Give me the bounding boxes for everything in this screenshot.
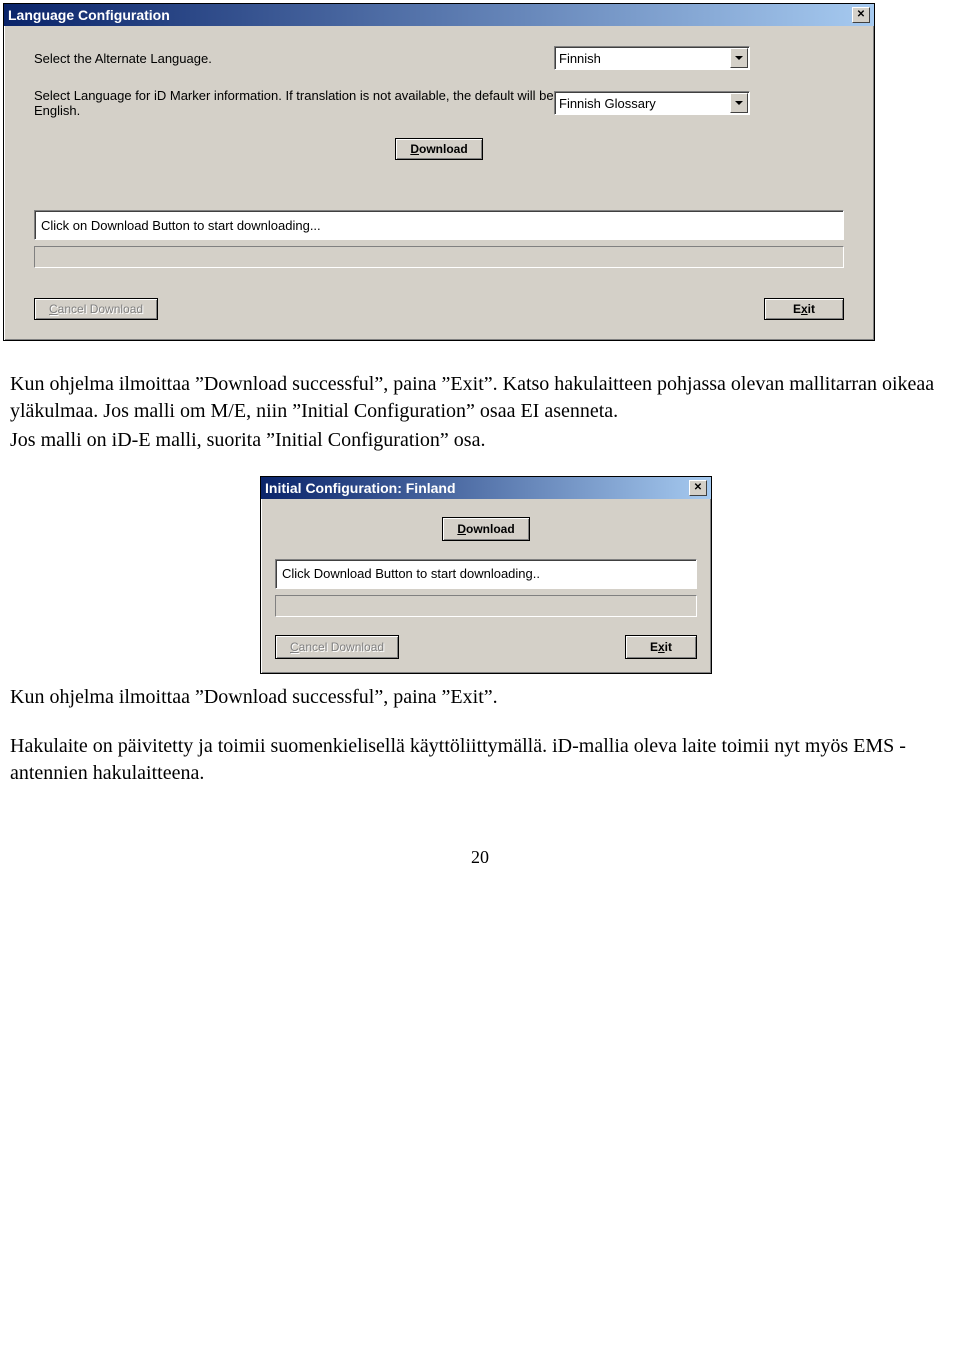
- marker-language-label: Select Language for iD Marker informatio…: [34, 88, 554, 118]
- window-title: Language Configuration: [8, 7, 170, 23]
- dropdown-value: Finnish Glossary: [559, 96, 656, 111]
- progress-bar: [275, 595, 697, 617]
- cancel-download-button: Cancel Download: [34, 298, 158, 320]
- close-icon[interactable]: ✕: [852, 7, 870, 23]
- chevron-down-icon[interactable]: [730, 48, 748, 68]
- language-config-window: Language Configuration ✕ Select the Alte…: [3, 3, 875, 341]
- alternate-language-dropdown[interactable]: Finnish: [554, 46, 750, 70]
- titlebar: Language Configuration ✕: [4, 4, 874, 26]
- page-number: 20: [0, 847, 960, 868]
- exit-button[interactable]: Exit: [764, 298, 844, 320]
- paragraph: Hakulaite on päivitetty ja toimii suomen…: [10, 733, 948, 787]
- download-button[interactable]: Download: [442, 517, 529, 541]
- initial-config-window: Initial Configuration: Finland ✕ Downloa…: [260, 476, 712, 674]
- chevron-down-icon[interactable]: [730, 93, 748, 113]
- marker-language-dropdown[interactable]: Finnish Glossary: [554, 91, 750, 115]
- status-text: Click Download Button to start downloadi…: [275, 559, 697, 589]
- cancel-download-button: Cancel Download: [275, 635, 399, 659]
- exit-button[interactable]: Exit: [625, 635, 697, 659]
- paragraph: Kun ohjelma ilmoittaa ”Download successf…: [10, 684, 948, 711]
- progress-bar: [34, 246, 844, 268]
- alternate-language-label: Select the Alternate Language.: [34, 51, 554, 66]
- paragraph: Kun ohjelma ilmoittaa ”Download successf…: [10, 371, 948, 425]
- doc-text-block: Kun ohjelma ilmoittaa ”Download successf…: [10, 371, 948, 787]
- paragraph: Jos malli on iD-E malli, suorita ”Initia…: [10, 427, 948, 454]
- status-text: Click on Download Button to start downlo…: [34, 210, 844, 240]
- window-title: Initial Configuration: Finland: [265, 479, 456, 498]
- titlebar: Initial Configuration: Finland ✕: [261, 477, 711, 499]
- download-button[interactable]: Download: [395, 138, 482, 160]
- dropdown-value: Finnish: [559, 51, 601, 66]
- close-icon[interactable]: ✕: [689, 480, 707, 496]
